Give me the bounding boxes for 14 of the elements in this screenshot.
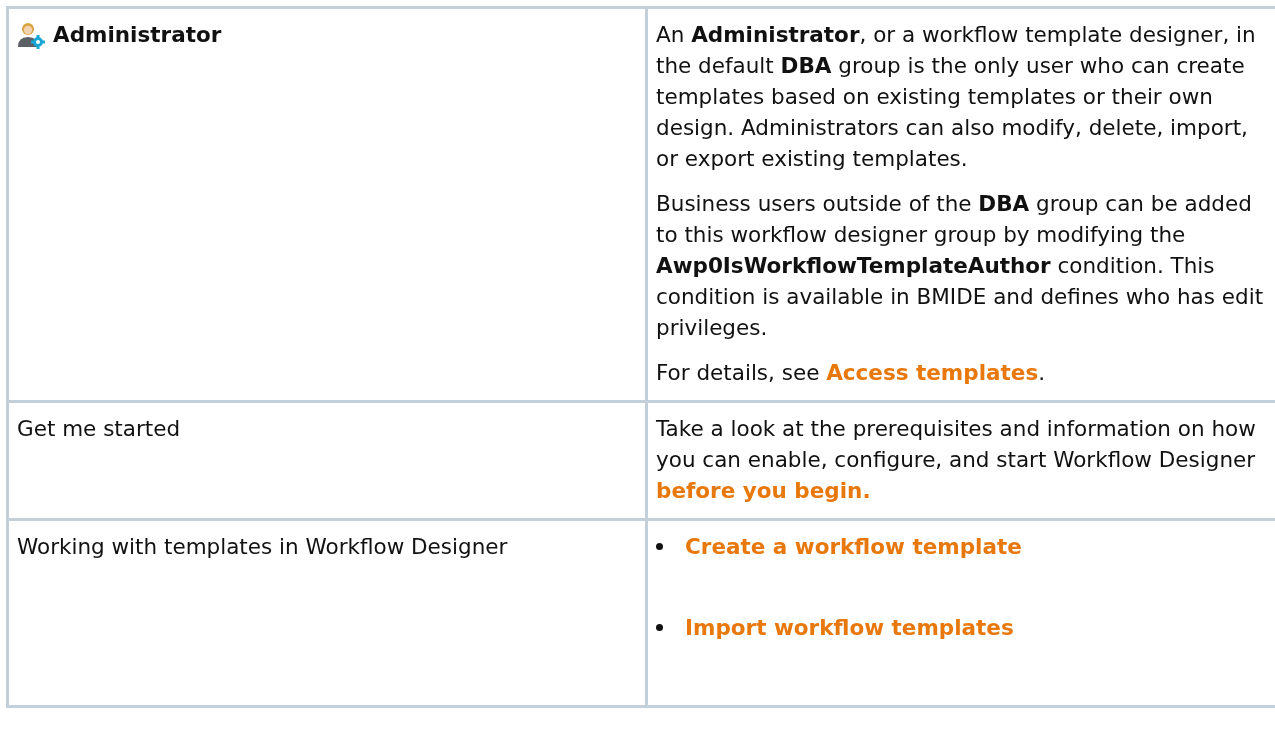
description-text: An Administrator, or a workflow template designer, in the default DBA group is the only user who can create templates based on existing templates or their own design. Administrators can also modify, delete, import, or export existing templates.	[656, 21, 1257, 173]
link[interactable]: Import workflow templates	[685, 612, 1014, 643]
row-label: Get me started	[17, 415, 181, 443]
row-label: Working with templates in Workflow Designer	[17, 533, 508, 561]
bullet-icon	[656, 543, 663, 550]
description-text: Business users outside of the DBA group can be added to this workflow designer group by modifying the Awp0IsWorkflowTemplateAuthor condition. This condition is available in BMIDE and defines who has edit privileges.	[656, 190, 1265, 342]
user-gear-icon	[17, 20, 45, 49]
link[interactable]: before you begin.	[656, 478, 871, 503]
bullet-icon	[656, 624, 663, 631]
link[interactable]: Access templates	[826, 360, 1039, 385]
row-label: Administrator	[53, 21, 222, 49]
description-text: For details, see Access templates.	[656, 359, 1047, 387]
description-text: Take a look at the prerequisites and information on how you can enable, configure, and start Workflow Designer before you begin.	[656, 415, 1257, 505]
link[interactable]: Create a workflow template	[685, 531, 1022, 562]
